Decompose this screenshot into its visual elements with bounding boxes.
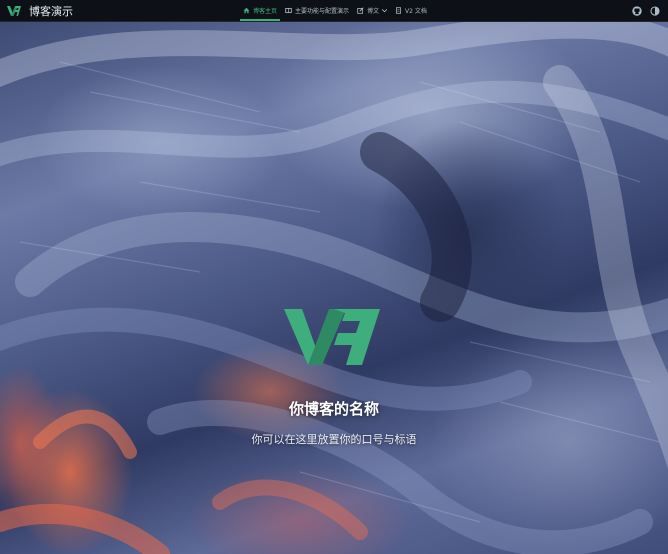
edit-icon	[357, 7, 364, 14]
site-logo-icon	[7, 5, 21, 16]
brand-link[interactable]: 博客演示	[0, 3, 73, 19]
site-title: 博客演示	[29, 4, 73, 18]
nav-item-label: 博客主页	[253, 8, 278, 15]
hero-slogan: 你可以在这里放置你的口号与标语	[251, 433, 417, 446]
navbar: 博客演示 博客主页 主要功能与配置演示 博文 V2 文档	[0, 0, 668, 22]
hero-logo-icon	[284, 309, 380, 369]
nav-item-posts[interactable]: 博文	[354, 0, 390, 21]
github-icon[interactable]	[632, 5, 642, 16]
nav-tools	[624, 0, 660, 21]
nav-item-features[interactable]: 主要功能与配置演示	[282, 0, 352, 21]
nav-item-v2-docs[interactable]: V2 文档	[392, 0, 430, 21]
nav-item-label: 主要功能与配置演示	[295, 8, 350, 15]
book-icon	[285, 7, 292, 14]
page: 博客演示 博客主页 主要功能与配置演示 博文 V2 文档 你博客的名称 你可以在…	[0, 0, 668, 554]
nav-item-home[interactable]: 博客主页	[240, 0, 281, 21]
hero-content: 你博客的名称 你可以在这里放置你的口号与标语	[0, 22, 668, 554]
nav-item-label: V2 文档	[405, 8, 427, 15]
doc-icon	[395, 7, 402, 14]
theme-toggle-icon[interactable]	[650, 5, 660, 16]
home-icon	[243, 7, 250, 14]
hero-title: 你博客的名称	[288, 400, 379, 418]
nav-item-label: 博文	[367, 8, 380, 15]
chevron-down-icon	[382, 8, 388, 13]
nav-links: 博客主页 主要功能与配置演示 博文 V2 文档	[240, 0, 432, 21]
hero-background: 你博客的名称 你可以在这里放置你的口号与标语	[0, 22, 668, 554]
